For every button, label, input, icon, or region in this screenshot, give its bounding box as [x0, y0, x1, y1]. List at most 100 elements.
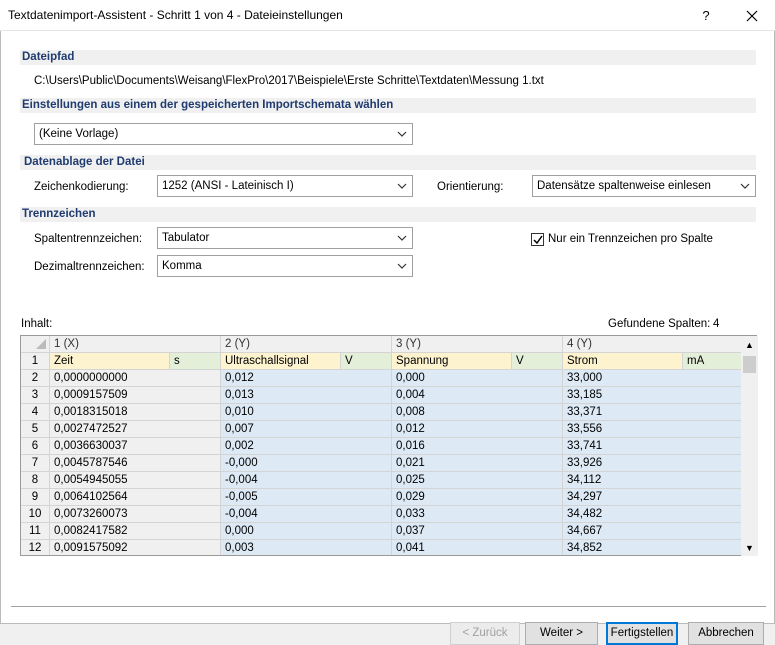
row-header[interactable]: 7	[21, 455, 50, 472]
row-header[interactable]: 9	[21, 489, 50, 506]
chevron-down-icon	[396, 124, 408, 144]
data-cell[interactable]: 33,000	[563, 370, 742, 387]
data-cell[interactable]: 33,371	[563, 404, 742, 421]
data-cell[interactable]: 34,297	[563, 489, 742, 506]
data-cell[interactable]: 0,0082417582	[50, 523, 221, 540]
schema-combo[interactable]: (Keine Vorlage)	[34, 123, 413, 145]
close-button[interactable]	[729, 0, 775, 31]
label-cell-unit[interactable]: mA	[683, 353, 742, 370]
data-cell[interactable]: 34,482	[563, 506, 742, 523]
help-button[interactable]: ?	[683, 0, 729, 31]
column-separator-combo[interactable]: Tabulator	[157, 227, 413, 249]
decimal-separator-combo[interactable]: Komma	[157, 255, 413, 277]
column-header-1[interactable]: 1 (X)	[50, 336, 221, 353]
data-cell[interactable]: 0,012	[221, 370, 392, 387]
scroll-down-icon[interactable]: ▼	[741, 539, 758, 556]
data-cell[interactable]: -0,000	[221, 455, 392, 472]
data-cell[interactable]: 0,0009157509	[50, 387, 221, 404]
data-cell[interactable]: 0,0073260073	[50, 506, 221, 523]
row-header[interactable]: 4	[21, 404, 50, 421]
data-cell[interactable]: 0,004	[392, 387, 563, 404]
encoding-combo[interactable]: 1252 (ANSI - Lateinisch I)	[157, 175, 413, 197]
data-cell[interactable]: 0,016	[392, 438, 563, 455]
data-cell[interactable]: -0,005	[221, 489, 392, 506]
row-header[interactable]: 8	[21, 472, 50, 489]
data-cell[interactable]: 0,025	[392, 472, 563, 489]
data-cell[interactable]: 0,033	[392, 506, 563, 523]
content-grid[interactable]: 1 (X) 2 (Y) 3 (Y) 4 (Y) 1 Zeit s Ultrasc…	[20, 335, 757, 556]
row-header[interactable]: 12	[21, 540, 50, 555]
scroll-thumb[interactable]	[743, 356, 756, 373]
label-cell-name[interactable]: Strom	[563, 353, 683, 370]
data-cell[interactable]: 0,0091575092	[50, 540, 221, 555]
data-cell[interactable]: 34,667	[563, 523, 742, 540]
data-cell[interactable]: 33,556	[563, 421, 742, 438]
data-cell[interactable]: 0,0036630037	[50, 438, 221, 455]
row-header[interactable]: 3	[21, 387, 50, 404]
orientation-label: Orientierung:	[437, 181, 504, 193]
data-cell[interactable]: 0,010	[221, 404, 392, 421]
row-header[interactable]: 10	[21, 506, 50, 523]
data-cell[interactable]: 33,741	[563, 438, 742, 455]
grid-vertical-scrollbar[interactable]: ▲ ▼	[741, 336, 758, 556]
column-header-4[interactable]: 4 (Y)	[563, 336, 742, 353]
row-header[interactable]: 6	[21, 438, 50, 455]
row-header[interactable]: 2	[21, 370, 50, 387]
scroll-up-icon[interactable]: ▲	[741, 336, 758, 353]
column-separator-label: Spaltentrennzeichen:	[34, 233, 143, 245]
single-separator-checkbox[interactable]	[531, 233, 544, 246]
data-cell[interactable]: 0,029	[392, 489, 563, 506]
data-cell[interactable]: 0,003	[221, 540, 392, 555]
data-cell[interactable]: 34,112	[563, 472, 742, 489]
data-cell[interactable]: 0,000	[392, 370, 563, 387]
next-button[interactable]: Weiter >	[525, 622, 598, 645]
file-path: C:\Users\Public\Documents\Weisang\FlexPr…	[34, 75, 544, 87]
data-cell[interactable]: 0,000	[221, 523, 392, 540]
select-all-icon	[36, 339, 46, 349]
label-cell-unit[interactable]: V	[341, 353, 392, 370]
footer-separator	[11, 606, 766, 607]
data-cell[interactable]: 0,0064102564	[50, 489, 221, 506]
data-cell[interactable]: 33,185	[563, 387, 742, 404]
grid-corner[interactable]	[21, 336, 50, 353]
data-cell[interactable]: 0,0045787546	[50, 455, 221, 472]
label-cell-name[interactable]: Spannung	[392, 353, 512, 370]
close-icon	[746, 10, 758, 21]
data-cell[interactable]: 0,0054945055	[50, 472, 221, 489]
data-cell[interactable]: 34,852	[563, 540, 742, 555]
data-cell[interactable]: -0,004	[221, 472, 392, 489]
data-cell[interactable]: -0,004	[221, 506, 392, 523]
chevron-down-icon	[739, 176, 751, 196]
data-cell[interactable]: 0,012	[392, 421, 563, 438]
orientation-combo[interactable]: Datensätze spaltenweise einlesen	[532, 175, 756, 197]
row-header[interactable]: 11	[21, 523, 50, 540]
back-button[interactable]: < Zurück	[450, 622, 520, 645]
finish-button[interactable]: Fertigstellen	[606, 622, 678, 645]
data-cell[interactable]: 0,013	[221, 387, 392, 404]
section-header-separators: Trennzeichen	[20, 207, 756, 222]
data-cell[interactable]: 0,007	[221, 421, 392, 438]
label-cell-name[interactable]: Ultraschallsignal	[221, 353, 341, 370]
decimal-separator-label: Dezimaltrennzeichen:	[34, 261, 145, 273]
data-cell[interactable]: 0,0018315018	[50, 404, 221, 421]
data-cell[interactable]: 0,008	[392, 404, 563, 421]
checkmark-icon	[533, 235, 543, 245]
column-header-3[interactable]: 3 (Y)	[392, 336, 563, 353]
row-header[interactable]: 1	[21, 353, 50, 370]
row-header[interactable]: 5	[21, 421, 50, 438]
data-cell[interactable]: 0,0000000000	[50, 370, 221, 387]
found-columns-label: Gefundene Spalten:	[608, 318, 711, 330]
label-cell-unit[interactable]: s	[170, 353, 221, 370]
data-cell[interactable]: 0,041	[392, 540, 563, 555]
data-cell[interactable]: 0,002	[221, 438, 392, 455]
data-cell[interactable]: 0,037	[392, 523, 563, 540]
data-cell[interactable]: 0,021	[392, 455, 563, 472]
label-cell-name[interactable]: Zeit	[50, 353, 170, 370]
data-cell[interactable]: 33,926	[563, 455, 742, 472]
chevron-down-icon	[396, 256, 408, 276]
label-cell-unit[interactable]: V	[512, 353, 563, 370]
data-cell[interactable]: 0,0027472527	[50, 421, 221, 438]
column-header-2[interactable]: 2 (Y)	[221, 336, 392, 353]
section-header-storage: Datenablage der Datei	[20, 155, 756, 170]
cancel-button[interactable]: Abbrechen	[688, 622, 764, 645]
